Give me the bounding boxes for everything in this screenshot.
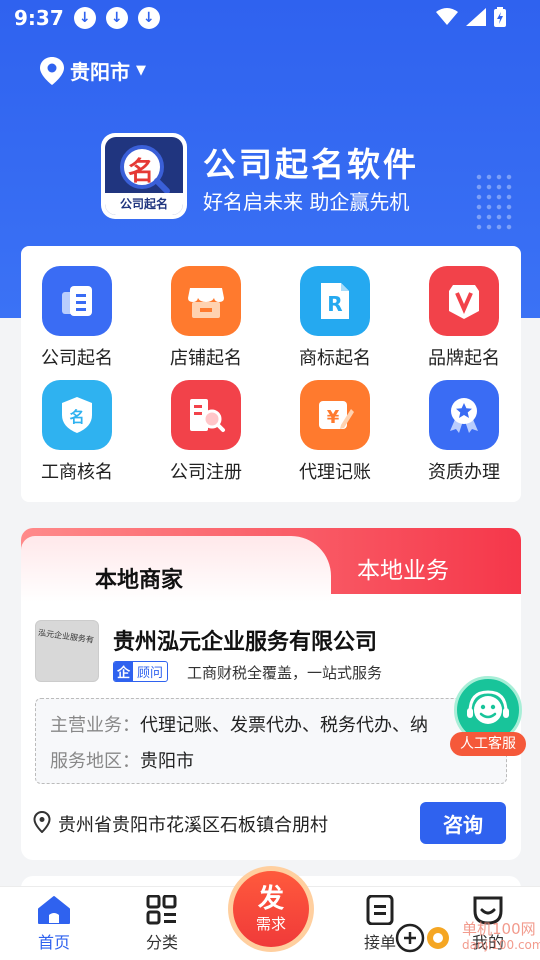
service-qualification[interactable]: 资质办理 bbox=[409, 380, 519, 490]
tab-label: 本地商家 bbox=[95, 568, 184, 593]
brand-v-badge-icon bbox=[429, 266, 499, 336]
nav-label: 接单 bbox=[363, 933, 396, 952]
watermark-logo-icon bbox=[395, 923, 449, 953]
app-slogan: 好名启未来 助企赢先机 bbox=[203, 190, 410, 214]
publish-demand-button[interactable]: 发 需求 bbox=[228, 866, 314, 952]
service-store-naming[interactable]: 店铺起名 bbox=[151, 266, 261, 376]
signal-icon bbox=[466, 8, 486, 26]
download-notification-icon: ↓ bbox=[105, 7, 128, 29]
tab-local-merchants[interactable]: 本地商家 bbox=[21, 536, 331, 602]
badge-consultant: 顾问 bbox=[137, 666, 164, 681]
service-label: 代理记账 bbox=[299, 462, 371, 483]
location-pin-icon bbox=[33, 811, 51, 833]
service-label: 商标起名 bbox=[299, 348, 371, 369]
decor-dots bbox=[474, 172, 514, 232]
merchant-thumbnail[interactable]: 泓元企业服务有 bbox=[35, 620, 99, 682]
caret-down-icon: ▼ bbox=[136, 63, 146, 78]
app-logo: 名 公司起名 bbox=[101, 133, 187, 219]
order-clipboard-icon bbox=[366, 895, 394, 925]
service-name-check[interactable]: 名 工商核名 bbox=[22, 380, 132, 490]
thumbnail-text: 泓元企业服务有 bbox=[37, 628, 95, 645]
main-business-label: 主营业务： bbox=[50, 715, 140, 736]
storefront-icon bbox=[171, 266, 241, 336]
service-label: 工商核名 bbox=[41, 462, 113, 483]
download-notification-icon: ↓ bbox=[137, 7, 160, 29]
main-business-row: 主营业务：代理记账、发票代办、税务代办、纳 bbox=[50, 711, 428, 737]
nav-label: 分类 bbox=[145, 933, 178, 952]
service-area-label: 服务地区： bbox=[50, 751, 140, 772]
status-time: 9:37 bbox=[14, 6, 64, 30]
status-bar: 9:37 ↓ ↓ ↓ bbox=[0, 0, 540, 36]
category-grid-icon bbox=[146, 895, 177, 925]
publish-big-label: 发 bbox=[257, 883, 284, 914]
wifi-icon bbox=[436, 8, 458, 25]
customer-service-button[interactable]: 人工客服 bbox=[450, 676, 526, 756]
site-watermark: 单机100网 danji100.com bbox=[394, 920, 540, 954]
consultant-badge: 企 顾问 bbox=[113, 661, 169, 682]
publish-small-label: 需求 bbox=[255, 914, 286, 933]
badge-enterprise: 企 bbox=[114, 662, 134, 681]
document-stack-icon bbox=[42, 266, 112, 336]
merchant-card: 本地商家 本地业务 泓元企业服务有 贵州泓元企业服务有限公司 企 顾问 工商财税… bbox=[21, 528, 521, 860]
nav-category[interactable]: 分类 bbox=[122, 895, 202, 953]
service-company-naming[interactable]: 公司起名 bbox=[22, 266, 132, 376]
service-area-value: 贵阳市 bbox=[140, 751, 194, 772]
merchant-address: 贵州省贵阳市花溪区石板镇合朋村 bbox=[58, 815, 328, 836]
consult-button[interactable]: 咨询 bbox=[420, 802, 506, 844]
award-badge-icon bbox=[429, 380, 499, 450]
watermark-line2: danji100.com bbox=[462, 938, 540, 952]
trademark-r-icon: R bbox=[300, 266, 370, 336]
service-bookkeeping[interactable]: ¥ 代理记账 bbox=[280, 380, 390, 490]
logo-caption: 公司起名 bbox=[105, 193, 183, 215]
watermark-line1: 单机100网 bbox=[462, 920, 536, 938]
merchant-name[interactable]: 贵州泓元企业服务有限公司 bbox=[113, 624, 377, 656]
service-label: 品牌起名 bbox=[428, 348, 500, 369]
download-notification-icon: ↓ bbox=[73, 7, 96, 29]
svg-text:¥: ¥ bbox=[327, 407, 340, 428]
location-pin-icon bbox=[40, 56, 64, 85]
register-search-icon bbox=[171, 380, 241, 450]
main-business-value: 代理记账、发票代办、税务代办、纳 bbox=[140, 715, 428, 736]
service-trademark-naming[interactable]: R 商标起名 bbox=[280, 266, 390, 376]
home-icon bbox=[38, 896, 70, 924]
merchant-slogan: 工商财税全覆盖，一站式服务 bbox=[187, 664, 383, 682]
location-selector[interactable]: 贵阳市 ▼ bbox=[40, 56, 146, 85]
service-label: 店铺起名 bbox=[170, 348, 242, 369]
svg-text:名: 名 bbox=[69, 408, 84, 426]
tab-local-business[interactable]: 本地业务 bbox=[357, 551, 449, 585]
service-area-row: 服务地区：贵阳市 bbox=[50, 747, 194, 773]
service-grid: 公司起名 店铺起名 R 商标起名 品牌起名 名 工商核名 公司注册 ¥ 代理记账 bbox=[21, 246, 521, 502]
svg-text:R: R bbox=[327, 292, 342, 316]
battery-icon bbox=[494, 7, 506, 27]
merchant-info-box: 主营业务：代理记账、发票代办、税务代办、纳 服务地区：贵阳市 bbox=[35, 698, 507, 784]
app-title: 公司起名软件 bbox=[203, 145, 419, 184]
service-label: 公司起名 bbox=[41, 348, 113, 369]
service-brand-naming[interactable]: 品牌起名 bbox=[409, 266, 519, 376]
customer-service-label: 人工客服 bbox=[450, 732, 526, 756]
service-company-registration[interactable]: 公司注册 bbox=[151, 380, 261, 490]
nav-label: 首页 bbox=[37, 933, 70, 952]
accounting-icon: ¥ bbox=[300, 380, 370, 450]
nav-home[interactable]: 首页 bbox=[14, 895, 94, 953]
service-label: 资质办理 bbox=[428, 462, 500, 483]
location-city: 贵阳市 bbox=[70, 60, 130, 84]
logo-glyph: 名 bbox=[128, 157, 155, 187]
shield-name-icon: 名 bbox=[42, 380, 112, 450]
service-label: 公司注册 bbox=[170, 462, 242, 483]
